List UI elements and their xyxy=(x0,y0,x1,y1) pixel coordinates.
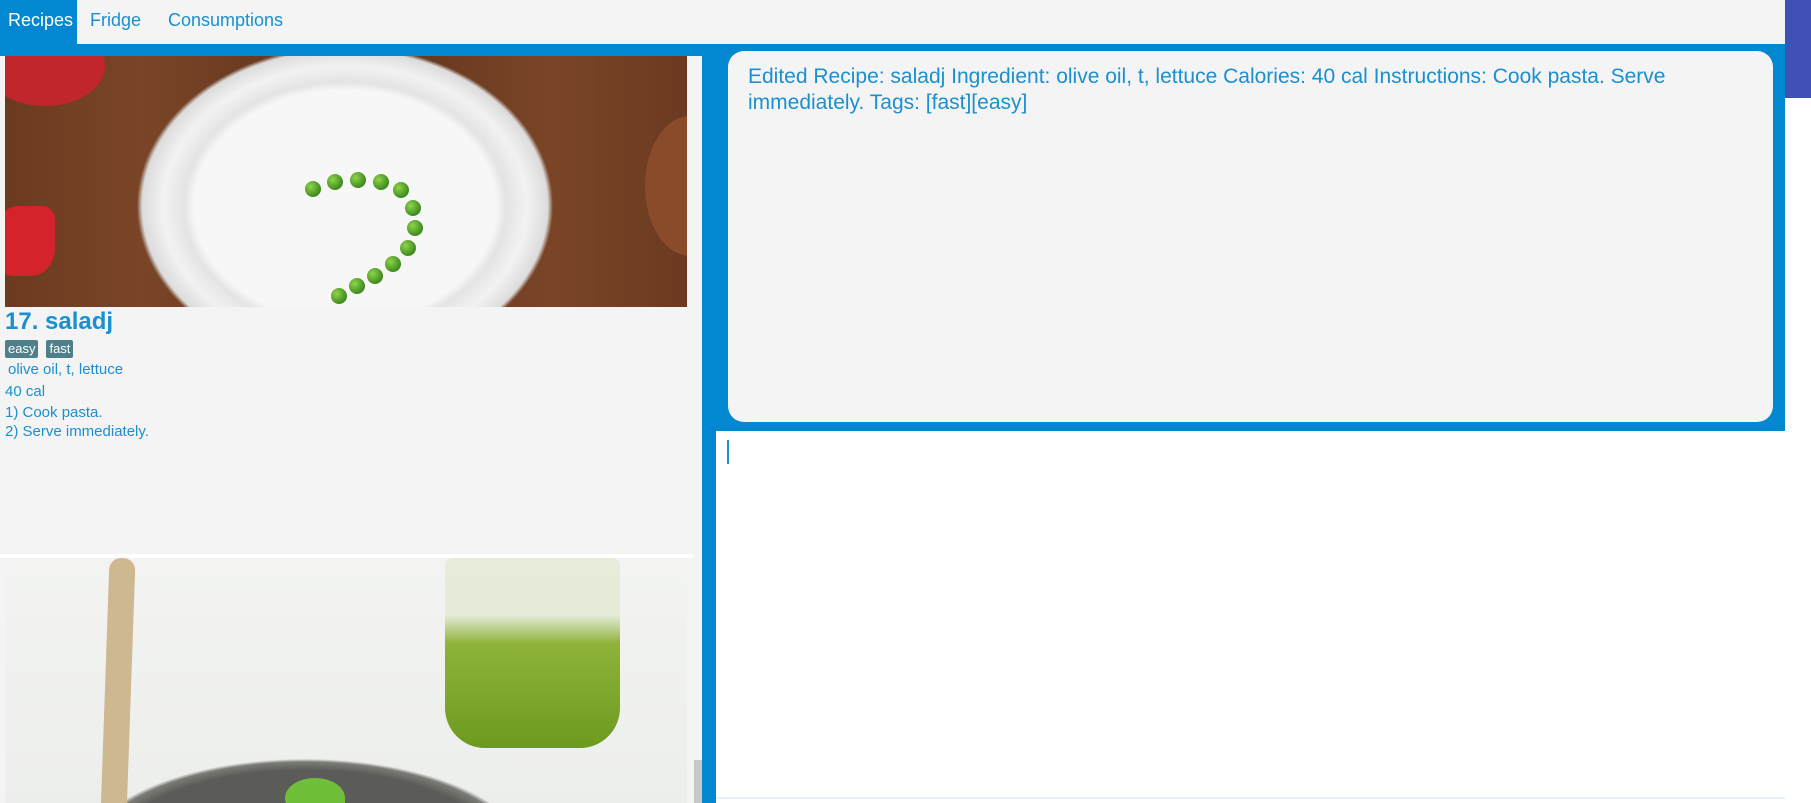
pea-image-detail xyxy=(349,278,365,294)
recipe-card[interactable] xyxy=(0,558,694,803)
red-pot-image-detail xyxy=(5,56,105,106)
pea-image-detail xyxy=(385,256,401,272)
recipe-card[interactable]: 17. saladj easy fast olive oil, t, lettu… xyxy=(0,56,694,554)
tab-consumptions[interactable]: Consumptions xyxy=(155,0,295,44)
tag-badge: easy xyxy=(5,340,39,358)
list-scrollbar-thumb[interactable] xyxy=(694,760,702,803)
text-caret xyxy=(727,440,729,464)
recipe-calories: 40 cal xyxy=(5,383,46,400)
pea-image-detail xyxy=(405,200,421,216)
lettuce-image-detail xyxy=(285,778,345,803)
pea-image-detail xyxy=(327,174,343,190)
recipe-image xyxy=(5,56,687,307)
pea-image-detail xyxy=(305,181,321,197)
bowl-image-detail xyxy=(645,116,687,256)
tab-bar: Recipes Fridge Consumptions xyxy=(0,0,1785,44)
pea-image-detail xyxy=(350,172,366,188)
list-scrollbar-track[interactable] xyxy=(694,56,702,803)
pea-image-detail xyxy=(331,288,347,304)
result-text: Edited Recipe: saladj Ingredient: olive … xyxy=(748,65,1666,114)
pea-image-detail xyxy=(367,268,383,284)
pea-image-detail xyxy=(393,182,409,198)
tag-badge: fast xyxy=(46,340,74,358)
recipe-tags: easy fast xyxy=(5,340,74,358)
tab-fridge[interactable]: Fridge xyxy=(77,0,153,44)
tab-recipes[interactable]: Recipes xyxy=(0,0,77,44)
window-edge-accent xyxy=(1785,0,1811,98)
pea-image-detail xyxy=(373,174,389,190)
command-box-border xyxy=(716,797,1785,799)
pea-image-detail xyxy=(400,240,416,256)
window-edge-strip xyxy=(1785,98,1811,803)
recipe-ingredients: olive oil, t, lettuce xyxy=(8,361,124,378)
recipe-step: 2) Serve immediately. xyxy=(5,423,149,440)
tomato-image-detail xyxy=(5,206,55,276)
recipe-image xyxy=(5,558,687,803)
pea-image-detail xyxy=(407,220,423,236)
recipe-title: 17. saladj xyxy=(5,308,114,335)
recipe-list-panel[interactable]: 17. saladj easy fast olive oil, t, lettu… xyxy=(0,56,694,803)
result-display: Edited Recipe: saladj Ingredient: olive … xyxy=(728,51,1773,422)
command-input[interactable] xyxy=(716,431,1785,803)
spoon-image-detail xyxy=(100,558,136,803)
recipe-step: 1) Cook pasta. xyxy=(5,404,103,421)
jar-image-detail xyxy=(445,558,620,748)
